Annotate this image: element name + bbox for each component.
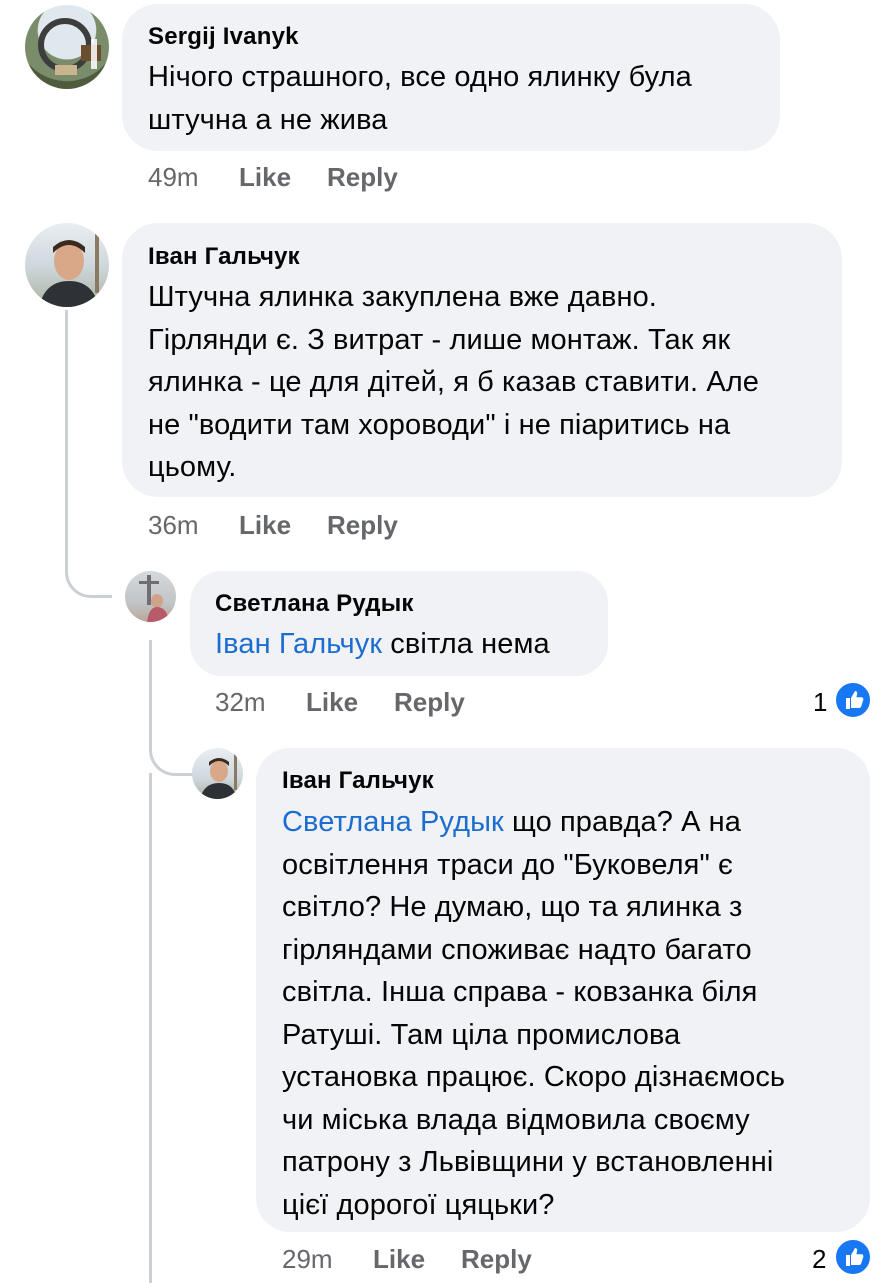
comment-author[interactable]: Іван Гальчук <box>282 767 434 795</box>
like-link[interactable]: Like <box>239 510 291 541</box>
reply-link[interactable]: Reply <box>394 687 465 718</box>
avatar[interactable] <box>192 748 243 799</box>
reaction-count[interactable]: 1 <box>813 687 827 718</box>
comment-text: Нічого страшного, все одно ялинку була ш… <box>148 61 692 136</box>
comment-time[interactable]: 36m <box>148 510 199 541</box>
comment-author[interactable]: Іван Гальчук <box>148 243 300 271</box>
reply-link[interactable]: Reply <box>327 510 398 541</box>
thumbs-up-icon[interactable] <box>834 1238 872 1276</box>
like-link[interactable]: Like <box>239 162 291 193</box>
comment-text: Штучна ялинка закуплена вже давно. Гірля… <box>148 281 760 483</box>
mention-link[interactable]: Светлана Рудык <box>282 806 504 838</box>
comment-author[interactable]: Sergij Ivanyk <box>148 23 299 51</box>
avatar[interactable] <box>25 5 109 89</box>
reply-link[interactable]: Reply <box>327 162 398 193</box>
comment-time[interactable]: 29m <box>282 1244 333 1275</box>
comment-author[interactable]: Светлана Рудык <box>215 590 414 618</box>
avatar-photo <box>39 233 99 307</box>
thread-line-3 <box>149 773 152 1283</box>
mention-link[interactable]: Іван Гальчук <box>215 628 382 660</box>
reply-link[interactable]: Reply <box>461 1244 532 1275</box>
avatar-photo <box>38 18 101 75</box>
thread-line-1 <box>65 310 112 598</box>
like-link[interactable]: Like <box>373 1244 425 1275</box>
comment-time[interactable]: 49m <box>148 162 199 193</box>
thumbs-up-icon[interactable] <box>834 681 872 719</box>
avatar-photo <box>200 754 237 799</box>
thread-line-2 <box>149 640 196 776</box>
avatar[interactable] <box>25 223 109 307</box>
avatar-photo <box>139 575 169 622</box>
comment-text: Іван Гальчук світла нема <box>215 628 550 660</box>
like-link[interactable]: Like <box>306 687 358 718</box>
comment-time[interactable]: 32m <box>215 687 266 718</box>
reaction-count[interactable]: 2 <box>812 1244 826 1275</box>
avatar[interactable] <box>125 571 176 622</box>
comment-text: Светлана Рудык що правда? А на освітленн… <box>282 806 786 1221</box>
